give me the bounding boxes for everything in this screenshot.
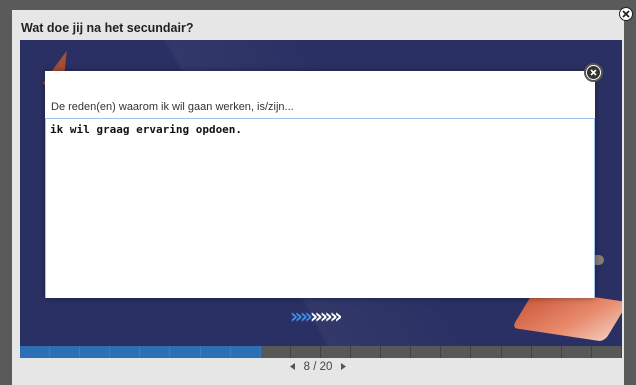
progress-segment — [230, 346, 261, 358]
progress-segment — [110, 346, 141, 358]
progress-segment — [260, 346, 291, 358]
previous-triangle-icon — [290, 362, 296, 370]
progress-segment — [200, 346, 231, 358]
progress-segment — [20, 346, 51, 358]
close-icon-circle — [587, 66, 600, 79]
slide-progress-bar — [20, 346, 622, 358]
close-icon — [622, 10, 630, 18]
progress-segment — [561, 346, 592, 358]
next-slide-button[interactable] — [336, 362, 351, 372]
progress-segment — [441, 346, 472, 358]
progress-segment — [50, 346, 81, 358]
pager: 8 / 20 — [0, 361, 636, 373]
progress-segment — [320, 346, 352, 358]
close-icon — [590, 69, 597, 76]
progress-segment — [170, 346, 201, 358]
arrows-white: »»» — [309, 304, 343, 328]
window-close-button[interactable] — [619, 7, 633, 21]
next-triangle-icon — [340, 362, 346, 370]
dialog-close-button[interactable] — [584, 63, 603, 82]
previous-slide-button[interactable] — [285, 362, 300, 372]
arrows-blue: »» — [290, 304, 313, 328]
window-title: Wat doe jij na het secundair? — [21, 21, 194, 35]
next-slide-arrows[interactable]: »»»»» — [290, 304, 343, 328]
progress-segment — [471, 346, 502, 358]
progress-segment — [531, 346, 562, 358]
progress-segment — [290, 346, 321, 358]
progress-segment — [381, 346, 412, 358]
answer-dialog: De reden(en) waarom ik wil gaan werken, … — [45, 63, 603, 298]
page-counter: 8 / 20 — [303, 361, 333, 373]
progress-segment — [591, 346, 622, 358]
question-label: De reden(en) waarom ik wil gaan werken, … — [51, 101, 294, 113]
progress-segment — [411, 346, 442, 358]
answer-textarea[interactable]: ik wil graag ervaring opdoen. — [45, 118, 595, 298]
progress-segment — [80, 346, 111, 358]
progress-segment — [501, 346, 532, 358]
progress-segment — [140, 346, 171, 358]
progress-segment — [351, 346, 382, 358]
